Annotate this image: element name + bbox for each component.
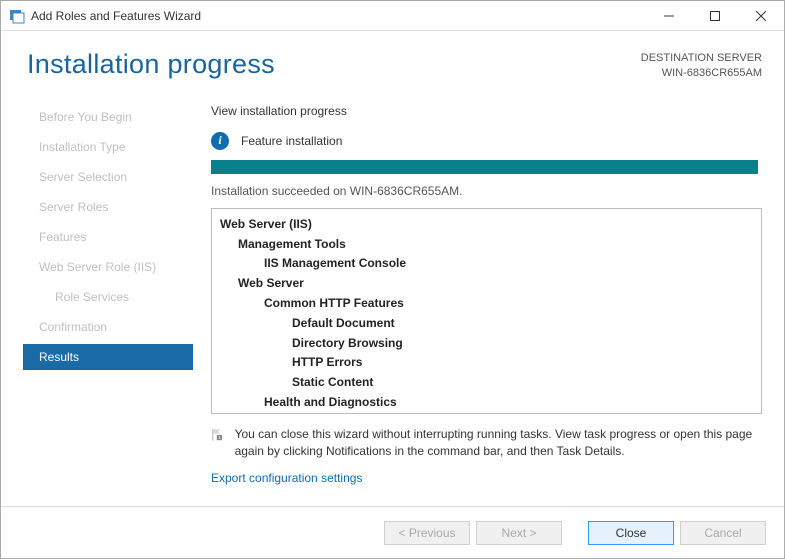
feature-mgmt-console: IIS Management Console xyxy=(220,254,757,274)
app-icon xyxy=(9,8,25,24)
window-title: Add Roles and Features Wizard xyxy=(31,9,646,23)
feature-httperr: HTTP Errors xyxy=(220,353,757,373)
sidebar-item-results[interactable]: Results xyxy=(23,344,193,370)
destination-server-block: DESTINATION SERVER WIN-6836CR655AM xyxy=(641,49,762,82)
export-config-link[interactable]: Export configuration settings xyxy=(211,471,762,485)
info-icon: i xyxy=(211,132,229,150)
footer: < Previous Next > Close Cancel xyxy=(1,506,784,558)
next-button: Next > xyxy=(476,521,562,545)
svg-text:1: 1 xyxy=(218,435,221,440)
status-text: Feature installation xyxy=(241,134,342,148)
previous-button: < Previous xyxy=(384,521,470,545)
info-note: 1 You can close this wizard without inte… xyxy=(211,426,762,461)
section-subheader: View installation progress xyxy=(211,104,762,118)
destination-value: WIN-6836CR655AM xyxy=(641,66,762,81)
flag-icon: 1 xyxy=(211,428,223,452)
feature-defdoc: Default Document xyxy=(220,314,757,334)
feature-health: Health and Diagnostics xyxy=(220,393,757,413)
status-row: i Feature installation xyxy=(211,132,762,150)
main-panel: View installation progress i Feature ins… xyxy=(193,92,762,506)
sidebar-item-server-selection: Server Selection xyxy=(23,164,193,190)
feature-common: Common HTTP Features xyxy=(220,294,757,314)
feature-static: Static Content xyxy=(220,373,757,393)
cancel-button: Cancel xyxy=(680,521,766,545)
feature-tree[interactable]: Web Server (IIS) Management Tools IIS Ma… xyxy=(211,208,762,414)
feature-mgmt: Management Tools xyxy=(220,235,757,255)
note-text: You can close this wizard without interr… xyxy=(235,426,762,461)
sidebar-item-features: Features xyxy=(23,224,193,250)
close-window-button[interactable] xyxy=(738,1,784,30)
sidebar-item-installation-type: Installation Type xyxy=(23,134,193,160)
feature-web: Web Server xyxy=(220,274,757,294)
sidebar-item-server-roles: Server Roles xyxy=(23,194,193,220)
feature-root: Web Server (IIS) xyxy=(220,215,757,235)
progress-bar xyxy=(211,160,758,174)
destination-label: DESTINATION SERVER xyxy=(641,51,762,66)
page-header: Installation progress DESTINATION SERVER… xyxy=(1,31,784,92)
minimize-button[interactable] xyxy=(646,1,692,30)
feature-httplog: HTTP Logging xyxy=(220,413,757,414)
titlebar: Add Roles and Features Wizard xyxy=(1,1,784,31)
wizard-body: Before You Begin Installation Type Serve… xyxy=(1,92,784,506)
window-buttons xyxy=(646,1,784,30)
maximize-button[interactable] xyxy=(692,1,738,30)
feature-dirbrowse: Directory Browsing xyxy=(220,334,757,354)
close-button[interactable]: Close xyxy=(588,521,674,545)
sidebar-item-confirmation: Confirmation xyxy=(23,314,193,340)
sidebar-item-web-server-role: Web Server Role (IIS) xyxy=(23,254,193,280)
page-title: Installation progress xyxy=(27,49,275,80)
step-sidebar: Before You Begin Installation Type Serve… xyxy=(23,92,193,506)
sidebar-item-role-services: Role Services xyxy=(23,284,193,310)
result-line: Installation succeeded on WIN-6836CR655A… xyxy=(211,184,762,198)
sidebar-item-before-you-begin: Before You Begin xyxy=(23,104,193,130)
wizard-window: Add Roles and Features Wizard Installati… xyxy=(0,0,785,559)
